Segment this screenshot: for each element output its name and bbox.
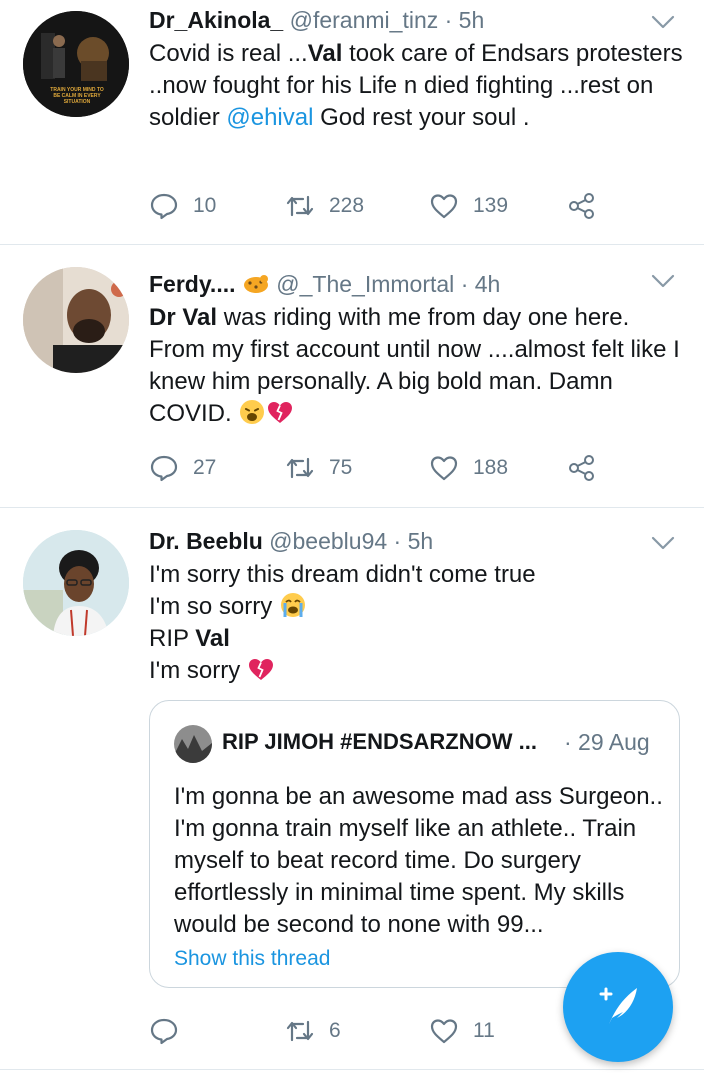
compose-tweet-icon [599,987,637,1024]
reply-button[interactable]: 27 [149,448,216,488]
mention-link[interactable]: @ehival [226,104,313,131]
username[interactable]: @beeblu94 [269,528,387,554]
share-button[interactable] [567,448,611,488]
timestamp[interactable]: · 5h [394,528,434,554]
tweet-header: Dr. Beeblu @beeblu94 · 5h [149,526,433,556]
quoted-tweet[interactable]: RIP JIMOH #ENDSARZNOW ... · 29 Aug I'm g… [149,700,680,988]
reply-icon [150,1018,178,1045]
compose-tweet-button[interactable] [563,952,673,1062]
tweet-text: I'm sorry this dream didn't come true I'… [149,561,536,684]
retweet-icon [286,195,314,217]
chevron-down-icon[interactable] [650,533,676,553]
tweet-text: Dr Val was riding with me from day one h… [149,304,680,427]
share-icon [569,455,594,481]
share-icon [569,193,594,219]
timestamp[interactable]: · 5h [445,7,485,33]
reply-count: 10 [193,194,217,217]
tweet[interactable]: TRAIN YOUR MIND TO BE CALM IN EVERY SITU… [0,0,704,245]
like-icon [430,1019,458,1044]
username[interactable]: @_The_Immortal [276,271,454,297]
weary-face-emoji-icon [240,400,265,424]
quoted-text: I'm gonna be an awesome mad ass Surgeon.… [174,783,663,938]
tweet-actions: 10 228 139 [149,186,609,226]
leopard-emoji-icon [243,275,268,293]
like-icon [430,456,458,481]
retweet-count: 228 [329,194,365,217]
like-button[interactable]: 11 [429,1011,495,1051]
avatar[interactable] [23,530,129,636]
retweet-button[interactable]: 228 [285,186,364,226]
show-thread-link[interactable]: Show this thread [174,947,330,971]
share-button[interactable] [567,186,611,226]
retweet-count: 6 [329,1019,341,1042]
username[interactable]: @feranmi_tinz [290,7,439,33]
timestamp[interactable]: · 4h [461,271,501,297]
like-count: 188 [473,456,509,479]
like-button[interactable]: 188 [429,448,508,488]
display-name[interactable]: Dr. Beeblu [149,528,263,554]
tweet-header: Ferdy.... @_The_Immortal · 4h [149,269,500,299]
chevron-down-icon[interactable] [650,271,676,291]
like-count: 11 [473,1019,495,1042]
retweet-button[interactable]: 75 [285,448,352,488]
quoted-avatar [174,725,212,763]
display-name[interactable]: Ferdy.... [149,271,236,297]
retweet-icon [286,457,314,479]
reply-button[interactable]: 10 [149,186,216,226]
tweet-header: Dr_Akinola_ @feranmi_tinz · 5h [149,5,484,35]
like-icon [430,194,458,219]
display-name[interactable]: Dr_Akinola_ [149,7,283,33]
quoted-name: RIP JIMOH #ENDSARZNOW ... [222,729,537,754]
avatar[interactable] [23,267,129,373]
tweet-text: Covid is real ...Val took care of Endsar… [149,40,683,131]
retweet-icon [286,1020,314,1042]
tweet[interactable]: Ferdy.... @_The_Immortal · 4h Dr Val was… [0,245,704,508]
loudly-crying-face-emoji-icon [280,593,305,617]
broken-heart-emoji-icon [268,402,293,423]
like-count: 139 [473,194,509,217]
avatar[interactable]: TRAIN YOUR MIND TO BE CALM IN EVERY SITU… [23,11,129,117]
chevron-down-icon[interactable] [650,12,676,32]
reply-icon [150,193,178,220]
reply-button[interactable] [149,1011,193,1051]
retweet-button[interactable]: 6 [285,1011,341,1051]
reply-count: 27 [193,456,217,479]
tweet-actions: 6 11 [149,1011,609,1051]
retweet-count: 75 [329,456,353,479]
quoted-date: · 29 Aug [564,729,650,755]
broken-heart-emoji-icon [248,659,273,680]
avatar-caption: TRAIN YOUR MIND TO BE CALM IN EVERY SITU… [50,87,104,105]
reply-icon [150,455,178,482]
like-button[interactable]: 139 [429,186,508,226]
tweet-actions: 27 75 188 [149,448,609,488]
